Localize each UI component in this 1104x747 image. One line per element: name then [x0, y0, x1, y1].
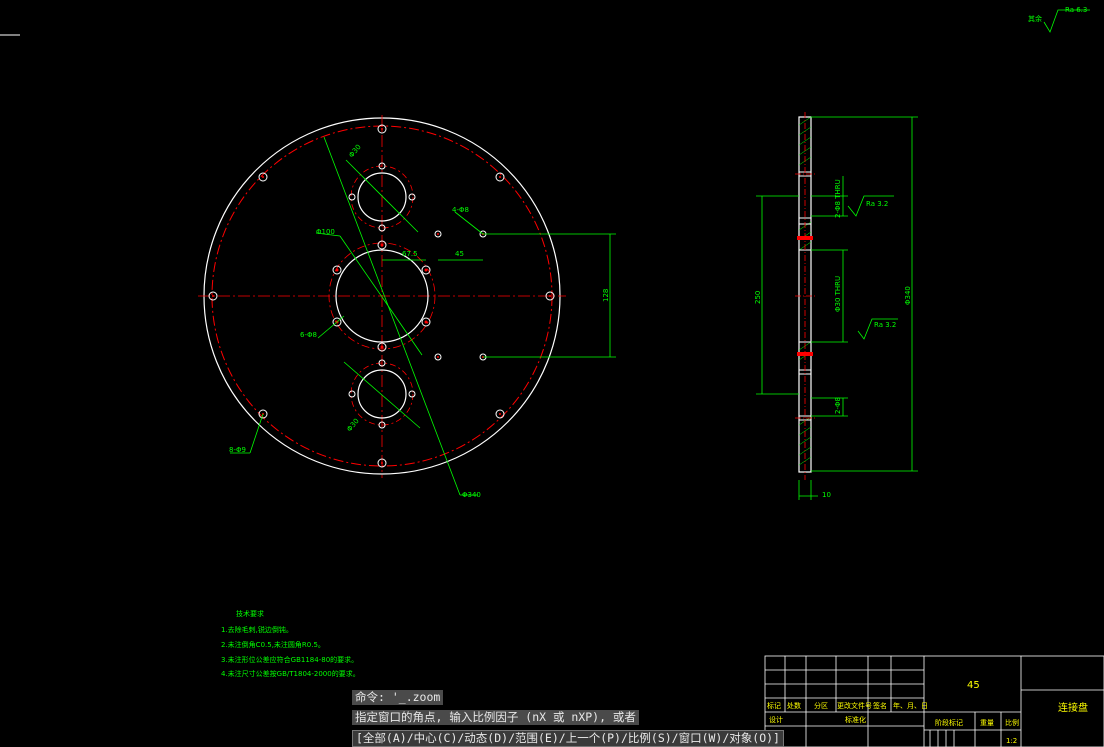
dim-10: 10 [822, 491, 831, 499]
dim-side-mid: Φ30 THRU [834, 276, 842, 312]
tb-label-count: 处数 [787, 701, 801, 710]
tb-standardized: 标准化 [845, 715, 866, 724]
dim-phi340: Φ340 [462, 491, 481, 499]
dim-250: 250 [754, 291, 762, 304]
ra-side-top: Ra 3.2 [866, 200, 888, 208]
notes-title: 技术要求 [236, 610, 264, 618]
ra-side-mid: Ra 3.2 [874, 321, 896, 329]
dim-phi30-top: Φ30 [347, 143, 362, 159]
side-view: Φ340 250 2-Φ8 THRU Φ30 THRU 2-Φ8 10 Ra 3… [754, 6, 1090, 500]
dim-side-top: 2-Φ8 THRU [834, 179, 842, 218]
tb-stage-mark: 阶段标记 [935, 718, 963, 727]
command-input-options[interactable]: [全部(A)/中心(C)/动态(D)/范围(E)/上一个(P)/比例(S)/窗口… [352, 730, 784, 747]
tb-designer: 设计 [769, 715, 783, 724]
notes-item-1: 1.去除毛刺,锐边倒钝。 [221, 626, 293, 634]
tb-label-mark: 标记 [767, 701, 781, 710]
dim-phi340-side: Φ340 [904, 286, 912, 305]
dim-4-phi8: 4-Φ8 [452, 206, 469, 214]
front-view: Φ30 Φ100 67.5 45 4-Φ8 6-Φ8 8-Φ9 128 Φ340… [198, 115, 616, 499]
ra-other-value: Ra 6.3 [1065, 6, 1087, 14]
dim-67-5: 67.5 [402, 250, 418, 258]
tb-weight: 重量 [980, 719, 994, 727]
tb-label-file: 更改文件号 [837, 701, 872, 710]
dim-phi100: Φ100 [316, 228, 335, 236]
command-history-line-2: 指定窗口的角点, 输入比例因子 (nX 或 nXP), 或者 [352, 710, 639, 725]
tb-label-sign: 签名 [873, 701, 887, 710]
dim-128: 128 [602, 289, 610, 302]
tb-scale-label: 比例 [1005, 718, 1019, 727]
tb-material: 45 [967, 680, 980, 691]
command-history-line-1: 命令: '_.zoom [352, 690, 444, 705]
ra-other-label: 其余 [1028, 14, 1042, 23]
dim-45: 45 [455, 250, 464, 258]
dim-8-phi9: 8-Φ9 [229, 446, 246, 454]
tb-part-name: 连接盘 [1058, 701, 1088, 714]
tb-label-date: 年、月、日 [893, 701, 928, 710]
dim-side-bot: 2-Φ8 [834, 397, 842, 414]
drawing-canvas[interactable]: Φ30 Φ100 67.5 45 4-Φ8 6-Φ8 8-Φ9 128 Φ340… [0, 0, 1104, 747]
notes-item-4: 4.未注尺寸公差按GB/T1804-2000的要求。 [221, 670, 360, 678]
tb-label-zone: 分区 [814, 701, 828, 710]
notes-item-3: 3.未注形位公差应符合GB1184-80的要求。 [221, 656, 359, 664]
dim-6-phi8: 6-Φ8 [300, 331, 317, 339]
notes-item-2: 2.未注倒角C0.5,未注圆角R0.5。 [221, 641, 325, 649]
dim-phi30-bottom: Φ30 [345, 417, 360, 433]
tb-scale-value: 1:2 [1006, 737, 1017, 745]
